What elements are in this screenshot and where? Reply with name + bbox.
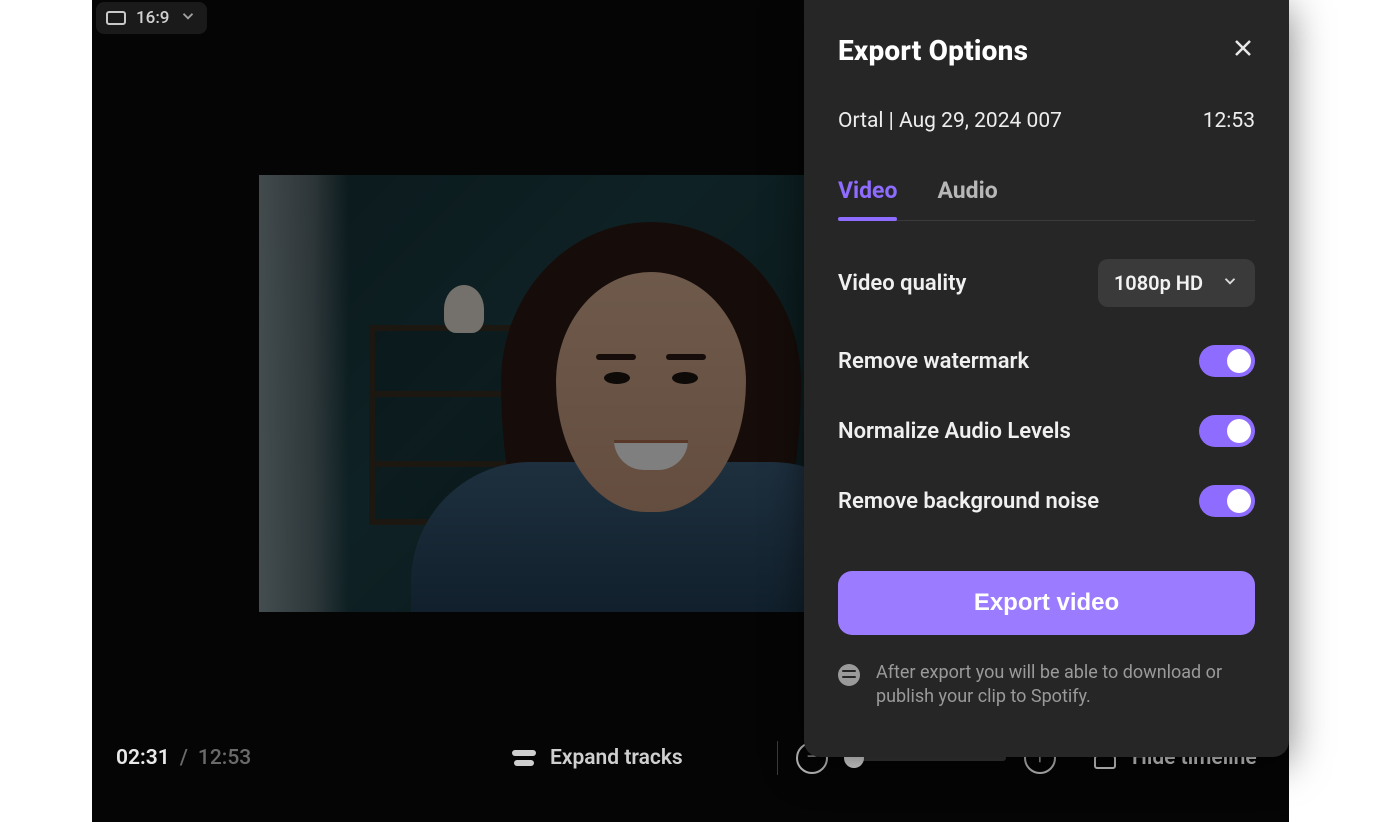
- normalize-audio-toggle[interactable]: [1199, 415, 1255, 447]
- tracks-icon: [512, 750, 536, 766]
- expand-tracks-label: Expand tracks: [550, 746, 683, 770]
- aspect-ratio-selector[interactable]: 16:9: [96, 2, 207, 34]
- video-quality-value: 1080p HD: [1114, 271, 1203, 295]
- time-total: 12:53: [198, 746, 251, 770]
- divider: [777, 741, 778, 775]
- spotify-icon: [838, 664, 860, 686]
- close-button[interactable]: [1231, 36, 1255, 65]
- remove-watermark-toggle[interactable]: [1199, 345, 1255, 377]
- remove-watermark-label: Remove watermark: [838, 349, 1029, 374]
- export-title: Export Options: [838, 34, 1028, 67]
- time-separator: /: [180, 746, 188, 770]
- tab-video[interactable]: Video: [838, 177, 897, 220]
- expand-tracks-button[interactable]: Expand tracks: [512, 746, 683, 770]
- export-panel: Export Options Ortal | Aug 29, 2024 007 …: [804, 0, 1289, 757]
- export-duration: 12:53: [1203, 109, 1255, 133]
- aspect-ratio-value: 16:9: [136, 8, 169, 28]
- time-current: 02:31: [116, 746, 170, 770]
- remove-noise-toggle[interactable]: [1199, 485, 1255, 517]
- aspect-rect-icon: [106, 11, 126, 25]
- export-filename: Ortal | Aug 29, 2024 007: [838, 109, 1062, 133]
- chevron-down-icon: [179, 7, 197, 30]
- chevron-down-icon: [1221, 271, 1239, 295]
- remove-noise-label: Remove background noise: [838, 489, 1099, 514]
- export-tabs: Video Audio: [838, 177, 1255, 221]
- normalize-audio-label: Normalize Audio Levels: [838, 419, 1071, 444]
- export-footer-text: After export you will be able to downloa…: [876, 661, 1255, 710]
- close-icon: [1231, 36, 1255, 60]
- export-video-button[interactable]: Export video: [838, 571, 1255, 635]
- tab-audio[interactable]: Audio: [937, 177, 997, 220]
- video-quality-label: Video quality: [838, 271, 966, 296]
- video-quality-select[interactable]: 1080p HD: [1098, 259, 1255, 307]
